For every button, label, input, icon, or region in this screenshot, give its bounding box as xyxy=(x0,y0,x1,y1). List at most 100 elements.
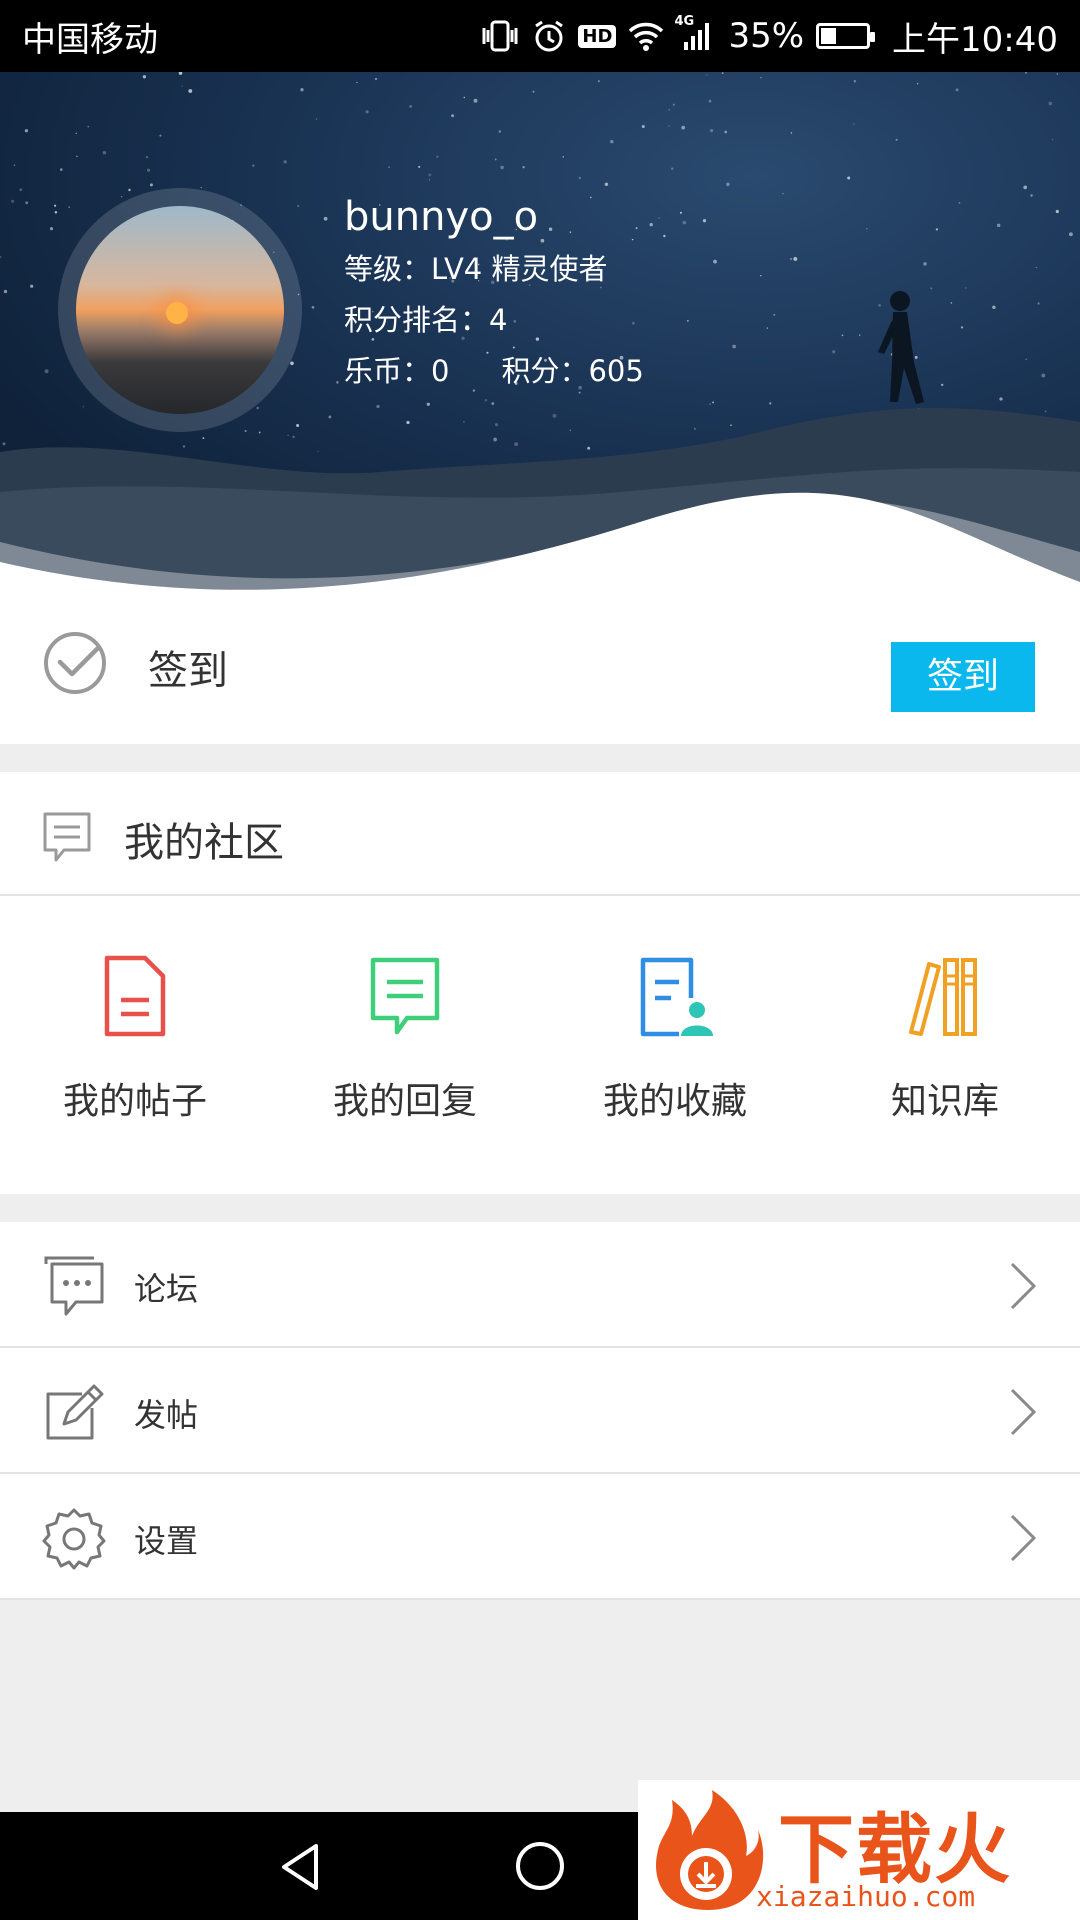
star xyxy=(200,186,202,189)
star xyxy=(853,80,857,83)
my-replies-item[interactable]: 我的回复 xyxy=(270,896,540,1194)
gear-icon xyxy=(42,1508,106,1570)
star xyxy=(847,176,851,180)
signin-button[interactable]: 签到 xyxy=(891,642,1035,712)
star xyxy=(292,435,295,439)
star xyxy=(336,381,339,384)
hd-icon: HD xyxy=(578,24,617,48)
star xyxy=(668,109,670,111)
star xyxy=(68,206,71,209)
star xyxy=(610,139,614,144)
star xyxy=(955,88,959,92)
star xyxy=(682,220,687,225)
star xyxy=(258,431,261,434)
star xyxy=(706,74,708,76)
star xyxy=(569,429,572,432)
avatar[interactable] xyxy=(76,206,284,414)
chevron-right-icon xyxy=(1010,1262,1037,1310)
star xyxy=(2,442,6,446)
my-posts-item[interactable]: 我的帖子 xyxy=(0,896,270,1194)
star xyxy=(491,402,495,405)
battery-fill xyxy=(821,28,837,44)
clock: 上午10:40 xyxy=(892,19,1058,60)
menu-item-settings[interactable]: 设置 xyxy=(0,1474,1080,1600)
star xyxy=(1051,138,1054,141)
star xyxy=(102,150,107,155)
signin-row: 签到 签到 xyxy=(0,592,1080,744)
star xyxy=(87,125,90,128)
star xyxy=(287,434,289,437)
star xyxy=(721,72,724,74)
star xyxy=(498,130,502,133)
star xyxy=(11,199,15,203)
community-header: 我的社区 xyxy=(0,772,1080,896)
network-type: 4G xyxy=(674,14,695,29)
vibrate-icon xyxy=(480,18,520,54)
community-grid: 我的帖子 我的回复 我的收藏 知识库 xyxy=(0,896,1080,1194)
star xyxy=(54,204,57,207)
star xyxy=(283,160,287,164)
star xyxy=(878,304,881,307)
star xyxy=(323,216,328,221)
star xyxy=(790,258,792,260)
star xyxy=(436,155,439,158)
star xyxy=(670,167,674,170)
star xyxy=(44,369,49,374)
star xyxy=(999,397,1003,401)
menu-item-new-post[interactable]: 发帖 xyxy=(0,1348,1080,1474)
menu-list: 论坛 发帖 设置 xyxy=(0,1222,1080,1600)
knowledge-base-label: 知识库 xyxy=(890,1081,999,1122)
star xyxy=(178,72,183,75)
back-icon[interactable] xyxy=(276,1842,326,1892)
star xyxy=(300,88,304,92)
favorite-user-icon xyxy=(640,957,713,1037)
star xyxy=(49,227,54,231)
star xyxy=(760,274,762,277)
star xyxy=(708,99,712,103)
points-rank: 积分排名：4 xyxy=(344,303,508,337)
battery-icon xyxy=(816,23,876,49)
star xyxy=(426,402,430,406)
star xyxy=(256,406,259,410)
star xyxy=(724,130,728,134)
star xyxy=(694,428,696,430)
books-icon xyxy=(909,958,977,1036)
chevron-right-icon xyxy=(1010,1388,1037,1436)
star xyxy=(24,129,28,133)
star xyxy=(658,217,660,219)
star xyxy=(514,442,518,446)
star xyxy=(149,183,153,187)
star xyxy=(895,138,898,141)
star xyxy=(958,201,961,204)
star xyxy=(1024,72,1028,74)
star xyxy=(25,201,29,205)
my-replies-label: 我的回复 xyxy=(332,1081,477,1122)
star xyxy=(1023,185,1028,190)
star xyxy=(202,437,205,440)
star xyxy=(1035,266,1037,269)
my-favorites-item[interactable]: 我的收藏 xyxy=(540,896,810,1194)
username: bunnyo_o xyxy=(344,194,539,240)
battery-percent: 35% xyxy=(728,16,805,56)
carrier-label: 中国移动 xyxy=(22,19,158,60)
chevron-right-icon xyxy=(1010,1514,1037,1562)
star xyxy=(679,211,682,214)
star xyxy=(687,320,689,322)
menu-item-forum[interactable]: 论坛 xyxy=(0,1222,1080,1348)
my-favorites-label: 我的收藏 xyxy=(602,1081,747,1122)
star xyxy=(317,450,319,453)
star xyxy=(769,402,772,405)
star xyxy=(790,132,793,134)
star xyxy=(484,399,488,402)
star xyxy=(681,125,686,130)
home-icon[interactable] xyxy=(514,1840,566,1892)
star xyxy=(146,168,151,172)
star xyxy=(709,403,711,405)
knowledge-base-item[interactable]: 知识库 xyxy=(810,896,1080,1194)
star xyxy=(19,188,23,192)
forum-icon xyxy=(44,1256,104,1316)
user-info: bunnyo_o 等级：LV4 精灵使者 积分排名：4 乐币：0 积分：605 xyxy=(344,190,644,397)
star xyxy=(1025,358,1027,361)
star xyxy=(841,334,844,337)
star xyxy=(1044,410,1047,413)
